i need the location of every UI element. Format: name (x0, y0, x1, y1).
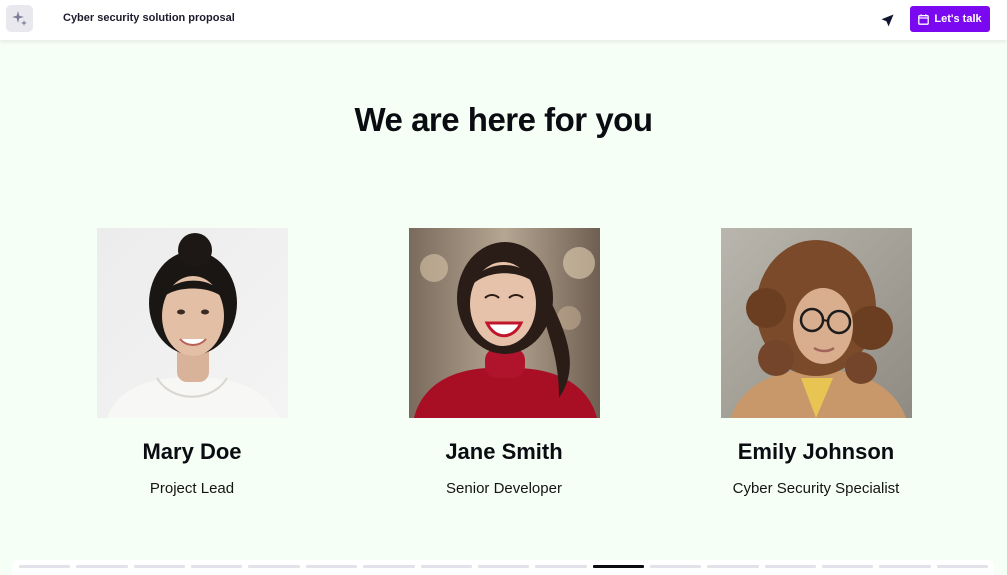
top-bar: Cyber security solution proposal Let's t… (0, 0, 1007, 40)
progress-segment[interactable] (477, 565, 530, 568)
progress-segment[interactable] (305, 565, 358, 568)
progress-segment[interactable] (363, 565, 415, 568)
team-member-name: Emily Johnson (737, 439, 895, 464)
team-member-role: Cyber Security Specialist (732, 480, 900, 497)
team-member-photo (96, 228, 288, 418)
lets-talk-label: Let's talk (934, 13, 982, 25)
progress-segment[interactable] (764, 565, 817, 568)
progress-segment[interactable] (936, 565, 989, 568)
progress-segment[interactable] (19, 565, 71, 568)
progress-segment[interactable] (649, 565, 702, 568)
progress-segment-active[interactable] (592, 565, 644, 568)
progress-segment[interactable] (822, 565, 874, 568)
team-member-card: Emily Johnson Cyber Security Specialist (666, 228, 966, 498)
team-member-photo (720, 228, 912, 418)
progress-segment[interactable] (879, 565, 931, 568)
team-member-name: Jane Smith (445, 439, 563, 464)
progress-segment[interactable] (420, 565, 472, 568)
team-member-photo (408, 228, 600, 418)
progress-segment[interactable] (535, 565, 587, 568)
progress-segment[interactable] (707, 565, 759, 568)
send-button[interactable] (875, 8, 899, 32)
team-member-card: Jane Smith Senior Developer (354, 228, 654, 498)
lets-talk-button[interactable]: Let's talk (910, 6, 990, 32)
progress-segment[interactable] (191, 565, 243, 568)
team-member-role: Project Lead (149, 480, 235, 497)
team-member-card: Mary Doe Project Lead (42, 228, 342, 498)
progress-segment[interactable] (248, 565, 300, 568)
send-icon (881, 14, 893, 26)
calendar-icon (918, 13, 930, 25)
team-member-role: Senior Developer (446, 480, 562, 497)
section-headline: We are here for you (354, 101, 654, 138)
sparkles-icon[interactable] (6, 5, 33, 32)
progress-segment[interactable] (76, 565, 128, 568)
slide-progress-bar (12, 560, 994, 575)
document-title: Cyber security solution proposal (63, 12, 235, 24)
team-member-name: Mary Doe (142, 439, 242, 464)
progress-segment[interactable] (133, 565, 186, 568)
